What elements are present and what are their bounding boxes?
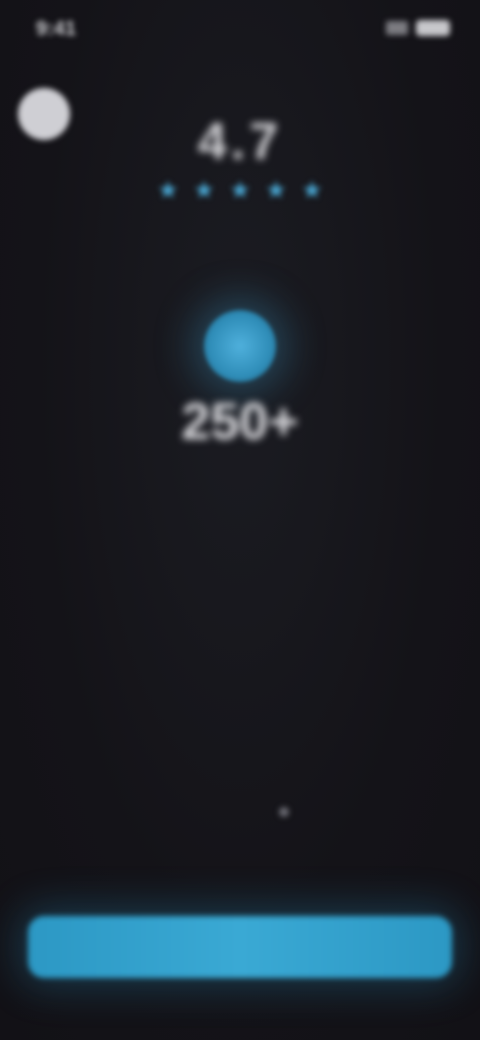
page-dot [279,807,289,817]
star-icon: ★ [193,177,215,204]
battery-icon [416,20,450,36]
status-time: 9:41 [36,18,77,40]
status-bar: 9:41 [0,0,480,56]
screen: 9:41 4.7 ★ ★ ★ ★ ★ 250+ [0,0,480,1040]
rating-value: 4.7 [197,113,283,171]
star-icon: ★ [157,177,179,204]
star-rating: ★ ★ ★ ★ ★ [0,177,480,204]
status-icons [386,20,450,36]
signal-icon [386,21,408,35]
stat-value: 250+ [181,393,299,451]
continue-button[interactable] [28,916,452,978]
star-icon: ★ [265,177,287,204]
page-indicator [264,802,304,822]
star-icon: ★ [301,177,323,204]
badge-icon [204,310,276,382]
star-icon: ★ [229,177,251,204]
